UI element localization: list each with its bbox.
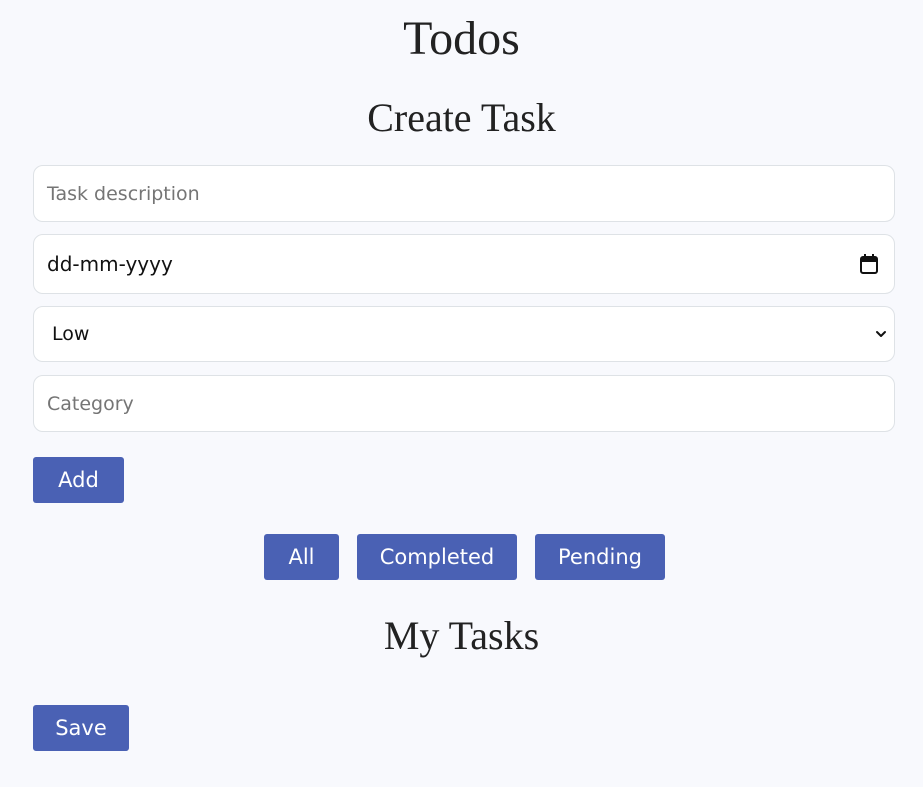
calendar-icon[interactable] xyxy=(860,254,878,274)
priority-select[interactable]: Low xyxy=(33,306,895,362)
my-tasks-heading: My Tasks xyxy=(383,613,540,658)
filter-all-button[interactable]: All xyxy=(264,534,339,580)
due-date-input[interactable]: dd-mm-yyyy xyxy=(33,234,895,294)
app-title: Todos xyxy=(403,12,520,65)
save-button[interactable]: Save xyxy=(33,705,129,751)
task-description-placeholder: Task description xyxy=(47,182,200,205)
task-description-input[interactable]: Task description xyxy=(33,165,895,222)
create-task-heading: Create Task xyxy=(367,95,556,140)
due-date-placeholder: dd-mm-yyyy xyxy=(47,252,173,276)
category-placeholder: Category xyxy=(47,392,134,415)
filter-completed-button[interactable]: Completed xyxy=(357,534,517,580)
filter-pending-button[interactable]: Pending xyxy=(535,534,665,580)
category-input[interactable]: Category xyxy=(33,375,895,432)
chevron-down-icon xyxy=(876,331,886,337)
add-button[interactable]: Add xyxy=(33,457,124,503)
priority-selected-value: Low xyxy=(52,323,90,345)
